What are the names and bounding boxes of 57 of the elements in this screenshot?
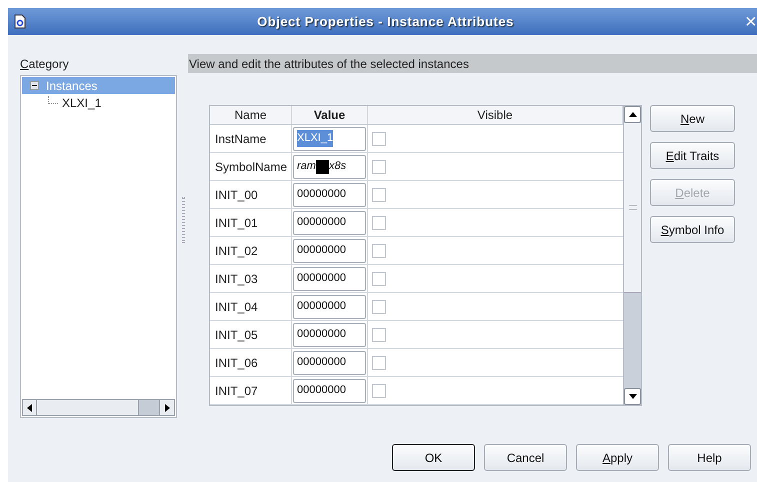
dialog-button[interactable]: New (650, 105, 735, 132)
dialog-button[interactable]: Symbol Info (650, 216, 735, 243)
value-field[interactable]: 00000000 (293, 210, 366, 234)
table-cell: INIT_07 (210, 377, 292, 404)
table-cell: INIT_04 (210, 293, 292, 320)
mnemonic-letter: E (666, 148, 674, 162)
value-field[interactable]: 00000000 (293, 378, 366, 402)
scroll-thumb[interactable] (138, 400, 160, 415)
dialog-button[interactable]: Apply (576, 444, 659, 471)
column-header[interactable]: Name (210, 106, 292, 124)
visible-checkbox[interactable] (372, 356, 386, 370)
visible-checkbox[interactable] (372, 384, 386, 398)
value-field[interactable]: 00000000 (293, 322, 366, 346)
dialog-button[interactable]: Cancel (484, 444, 567, 471)
mnemonic-letter: N (680, 112, 690, 126)
column-header[interactable]: Value (292, 106, 368, 124)
visible-checkbox[interactable] (372, 328, 386, 342)
visible-checkbox[interactable] (372, 216, 386, 230)
visible-checkbox[interactable] (372, 272, 386, 286)
tree-item[interactable]: XLXI_1 (62, 94, 102, 112)
table-cell: INIT_00 (210, 181, 292, 208)
window-title: Object Properties - Instance Attributes (256, 12, 515, 31)
scroll-thumb[interactable] (624, 123, 641, 293)
description-bar: View and edit the attributes of the selected instances (188, 54, 757, 73)
mnemonic-letter: A (602, 450, 610, 464)
value-field[interactable]: 00000000 (293, 350, 366, 374)
scroll-up-icon[interactable] (624, 106, 641, 123)
horizontal-scrollbar[interactable] (22, 399, 175, 416)
mnemonic-letter: C (20, 57, 29, 71)
value-field[interactable]: 00000000 (293, 238, 366, 262)
document-icon (14, 14, 26, 29)
table-cell: INIT_05 (210, 321, 292, 348)
table-cell: INIT_02 (210, 237, 292, 264)
visible-checkbox[interactable] (372, 188, 386, 202)
visible-checkbox[interactable] (372, 132, 386, 146)
table-cell: SymbolName (210, 153, 292, 180)
table-cell: INIT_06 (210, 349, 292, 376)
category-label: Category (20, 56, 70, 71)
visible-checkbox[interactable] (372, 160, 386, 174)
value-field[interactable]: 00000000 (293, 294, 366, 318)
value-field[interactable]: 00000000 (293, 182, 366, 206)
visible-checkbox[interactable] (372, 244, 386, 258)
scroll-down-icon[interactable] (624, 388, 641, 405)
value-field[interactable]: 00000000 (293, 266, 366, 290)
close-button[interactable]: × (745, 12, 755, 32)
splitter-grip[interactable] (182, 196, 184, 242)
mnemonic-letter: S (660, 222, 669, 236)
table-cell: INIT_01 (210, 209, 292, 236)
collapse-icon[interactable] (30, 81, 38, 90)
table-cell: INIT_03 (210, 265, 292, 292)
visible-checkbox[interactable] (372, 300, 386, 314)
dialog-button[interactable]: OK (392, 444, 475, 471)
table-cell: InstName (210, 125, 292, 152)
vertical-scrollbar[interactable] (623, 106, 641, 405)
mnemonic-letter: D (675, 186, 684, 200)
dialog-button[interactable]: Edit Traits (650, 142, 735, 169)
dialog-button[interactable]: Help (668, 444, 751, 471)
